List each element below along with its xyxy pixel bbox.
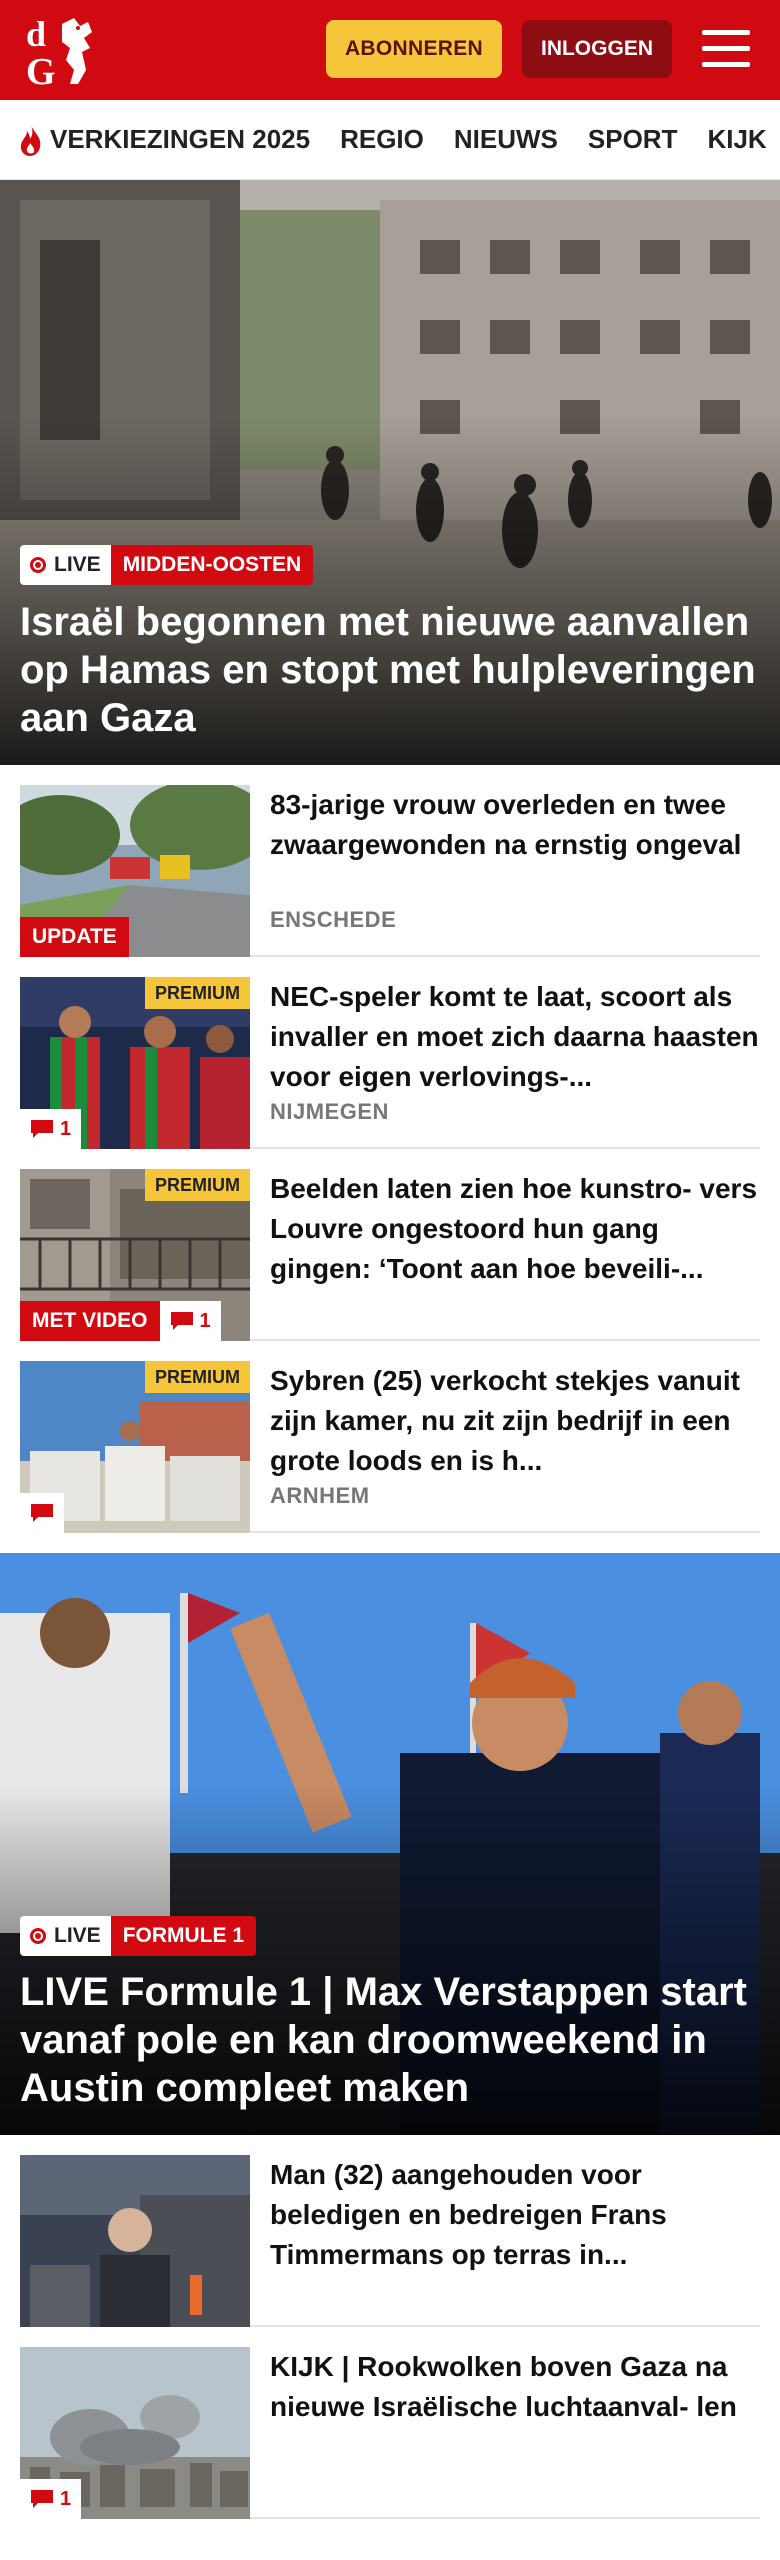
video-tag: MET VIDEO — [20, 1301, 160, 1341]
category-badge: FORMULE 1 — [110, 1916, 257, 1956]
live-badge: LIVE — [20, 545, 111, 585]
list-item[interactable]: PREMIUM 1 NEC-speler komt te laat, scoor… — [20, 957, 760, 1149]
article-thumbnail — [20, 2155, 250, 2327]
nav-item-sport[interactable]: SPORT — [588, 124, 678, 155]
list-item[interactable]: 1 KIJK | Rookwolken boven Gaza na nieuwe… — [20, 2327, 760, 2519]
site-logo[interactable]: d G — [22, 12, 112, 93]
article-title[interactable]: Beelden laten zien hoe kunstro- vers Lou… — [270, 1169, 760, 1289]
nav-item-regio[interactable]: REGIO — [340, 124, 424, 155]
article-location: ARNHEM — [270, 1483, 370, 1508]
article-title[interactable]: Sybren (25) verkocht stekjes vanuit zijn… — [270, 1361, 760, 1481]
nav-label: VERKIEZINGEN 2025 — [50, 124, 311, 154]
hero-badges: LIVE MIDDEN-OOSTEN — [20, 545, 314, 585]
login-button[interactable]: INLOGGEN — [522, 20, 672, 78]
article-thumbnail: UPDATE — [20, 785, 250, 957]
article-location: ENSCHEDE — [270, 907, 397, 932]
subscribe-button[interactable]: ABONNEREN — [326, 20, 502, 78]
comment-count-label: 1 — [60, 2487, 72, 2510]
live-dot-icon — [30, 557, 46, 573]
thumb-tags: MET VIDEO 1 — [20, 1301, 221, 1341]
live-dot-icon — [30, 1928, 46, 1944]
flame-icon — [20, 124, 41, 156]
live-label: LIVE — [54, 1924, 101, 1947]
list-item[interactable]: PREMIUM Sybren (25) verkocht stekjes van… — [20, 1341, 760, 1533]
hero-badges: LIVE FORMULE 1 — [20, 1916, 257, 1956]
section-nav: VERKIEZINGEN 2025 REGIO NIEUWS SPORT KIJ… — [0, 100, 780, 180]
hero-title[interactable]: LIVE Formule 1 | Max Verstappen start va… — [20, 1968, 760, 2112]
premium-tag: PREMIUM — [145, 977, 250, 1009]
hero-article-f1[interactable]: LIVE FORMULE 1 LIVE Formule 1 | Max Vers… — [0, 1553, 780, 2135]
nav-item-nieuws[interactable]: NIEUWS — [454, 124, 558, 155]
live-label: LIVE — [54, 553, 101, 576]
comment-count[interactable]: 1 — [20, 2479, 82, 2519]
article-thumbnail: PREMIUM — [20, 1361, 250, 1533]
comment-icon — [31, 1120, 53, 1138]
hero-title[interactable]: Israël begonnen met nieuwe aanvallen op … — [20, 598, 760, 742]
list-item[interactable]: Man (32) aangehouden voor beledigen en b… — [20, 2135, 760, 2327]
comment-icon — [31, 2490, 53, 2508]
comment-count-label: 1 — [199, 1309, 211, 1332]
article-title[interactable]: KIJK | Rookwolken boven Gaza na nieuwe I… — [270, 2347, 760, 2427]
article-thumbnail: PREMIUM 1 — [20, 977, 250, 1149]
nav-item-kijk[interactable]: KIJK — [707, 124, 766, 155]
live-badge: LIVE — [20, 1916, 111, 1956]
thumb-tags: 1 — [20, 1109, 82, 1149]
article-title[interactable]: 83-jarige vrouw overleden en twee zwaarg… — [270, 785, 760, 865]
top-header: d G ABONNEREN INLOGGEN — [0, 0, 780, 100]
comment-count[interactable]: 1 — [20, 1109, 82, 1149]
premium-tag: PREMIUM — [145, 1169, 250, 1201]
article-thumbnail: 1 — [20, 2347, 250, 2519]
article-title[interactable]: NEC-speler komt te laat, scoort als inva… — [270, 977, 760, 1097]
article-title[interactable]: Man (32) aangehouden voor beledigen en b… — [270, 2155, 760, 2275]
comment-icon — [170, 1312, 193, 1330]
comment-icon — [31, 1504, 53, 1522]
premium-tag: PREMIUM — [145, 1361, 250, 1393]
thumb-tags — [20, 1493, 64, 1533]
nav-item-verkiezingen[interactable]: VERKIEZINGEN 2025 — [16, 123, 310, 157]
thumb-tags: 1 — [20, 2479, 82, 2519]
comment-count[interactable]: 1 — [159, 1301, 221, 1341]
svg-text:G: G — [26, 51, 56, 90]
article-thumbnail: PREMIUM MET VIDEO 1 — [20, 1169, 250, 1341]
list-item[interactable]: UPDATE 83-jarige vrouw overleden en twee… — [20, 765, 760, 957]
hamburger-icon[interactable] — [700, 26, 752, 72]
svg-text:d: d — [26, 14, 46, 54]
category-badge: MIDDEN-OOSTEN — [110, 545, 314, 585]
comment-count[interactable] — [20, 1493, 64, 1533]
update-tag: UPDATE — [20, 917, 129, 957]
list-item[interactable]: PREMIUM MET VIDEO 1 Beelden laten zien h… — [20, 1149, 760, 1341]
hero-article-gaza[interactable]: LIVE MIDDEN-OOSTEN Israël begonnen met n… — [0, 180, 780, 765]
article-location: NIJMEGEN — [270, 1099, 389, 1124]
comment-count-label: 1 — [60, 1117, 72, 1140]
